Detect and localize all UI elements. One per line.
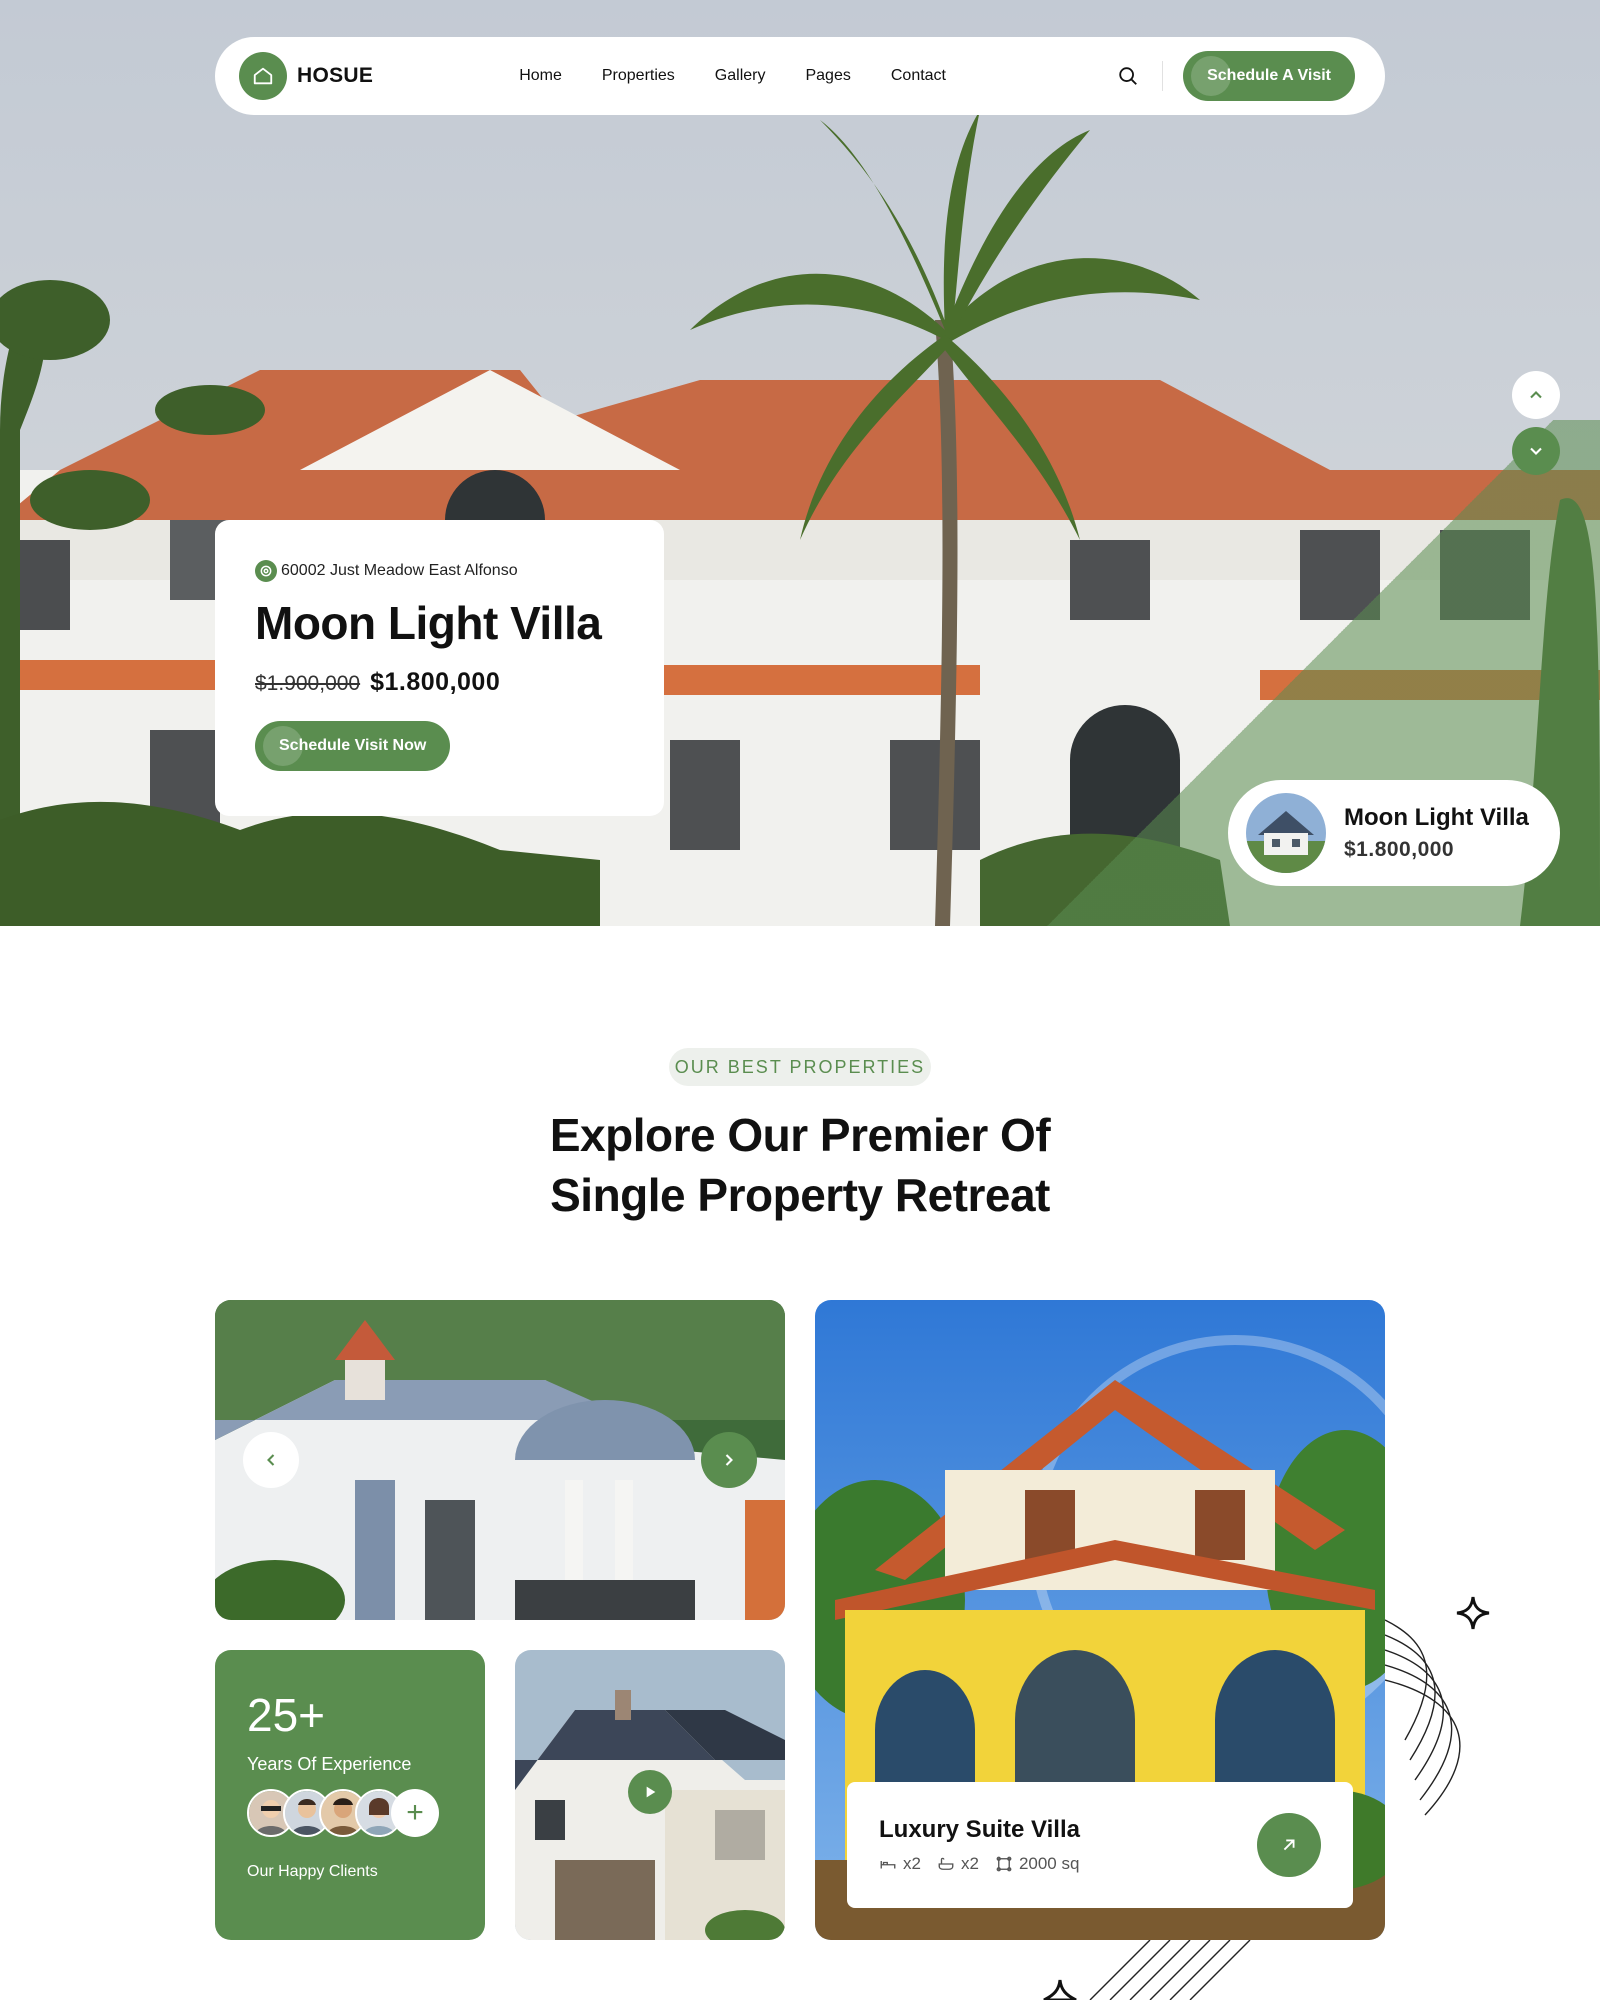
section-title-line-1: Explore Our Premier Of [549,1109,1051,1161]
nav-link-properties[interactable]: Properties [602,67,675,85]
luxury-villa-card: Luxury Suite Villa x2 x2 2000 sq [815,1300,1385,1940]
slide-up-button[interactable] [1512,371,1560,419]
schedule-visit-button[interactable]: Schedule A Visit [1183,51,1355,101]
current-price: $1.800,000 [370,668,501,696]
add-client-button[interactable]: + [391,1789,439,1837]
villa-specs: x2 x2 2000 sq [879,1854,1080,1874]
decorative-line-pattern [1385,1619,1461,1816]
nav-link-contact[interactable]: Contact [891,67,946,85]
section-badge: OUR BEST PROPERTIES [669,1048,931,1086]
nav-link-pages[interactable]: Pages [805,67,850,85]
property-address: 60002 Just Meadow East Alfonso [255,560,624,582]
area-value: 2000 sq [1018,1854,1080,1873]
property-video-card [515,1650,785,1940]
mini-property-title: Moon Light Villa [1344,804,1529,831]
section-title-line-2: Single Property Retreat [550,1169,1050,1221]
nav-link-gallery[interactable]: Gallery [715,67,766,85]
property-slider-image [215,1300,785,1620]
hero-mini-property-card[interactable]: Moon Light Villa $1.800,000 [1228,780,1560,886]
villa-info-card: Luxury Suite Villa x2 x2 2000 sq [847,1782,1353,1908]
slider-prev-button[interactable] [243,1432,299,1488]
nav-links: Home Properties Gallery Pages Contact [519,67,946,85]
play-video-button[interactable] [628,1770,672,1814]
property-title: Moon Light Villa [255,597,602,649]
schedule-visit-now-button[interactable]: Schedule Visit Now [255,721,451,771]
chevron-left-icon [267,1454,275,1466]
location-pin-icon [255,560,277,582]
chevron-up-icon [1530,391,1542,399]
happy-clients-label: Our Happy Clients [247,1863,378,1880]
slide-down-button[interactable] [1512,427,1560,475]
bed-icon [880,1861,896,1869]
address-text: 60002 Just Meadow East Alfonso [281,562,518,579]
brand-logo[interactable]: HOSUE [239,52,373,100]
mini-property-thumbnail [1246,793,1326,873]
hero-property-card: 60002 Just Meadow East Alfonso Moon Ligh… [215,520,664,816]
mini-property-info: Moon Light Villa $1.800,000 [1344,804,1529,862]
chevron-right-icon [725,1454,733,1466]
old-price: $1.900,000 [255,672,361,695]
baths-count: x2 [960,1854,979,1873]
villa-title: Luxury Suite Villa [879,1816,1080,1843]
nav-actions: Schedule A Visit [1114,51,1355,101]
beds-count: x2 [903,1854,921,1873]
play-icon [646,1786,656,1798]
nav-link-home[interactable]: Home [519,67,562,85]
baths-spec: x2 [937,1854,979,1874]
search-icon[interactable] [1114,62,1142,90]
home-icon [239,52,287,100]
beds-spec: x2 [879,1854,921,1874]
mini-property-price: $1.800,000 [1344,838,1455,861]
villa-info: Luxury Suite Villa x2 x2 2000 sq [879,1816,1080,1874]
price-row: $1.900,000 $1.800,000 [255,668,624,697]
experience-label: Years Of Experience [247,1754,412,1774]
experience-card: 25+ Years Of Experience + Our Happy Clie… [215,1650,485,1940]
slider-next-button[interactable] [701,1432,757,1488]
top-navbar: HOSUE Home Properties Gallery Pages Cont… [215,37,1385,115]
area-spec: 2000 sq [995,1854,1080,1874]
section-title: Explore Our Premier Of Single Property R… [400,1105,1200,1225]
villa-details-button[interactable] [1257,1813,1321,1877]
client-avatars: + [247,1789,453,1837]
arrow-up-right-icon [1283,1839,1295,1851]
nav-divider [1162,61,1164,91]
brand-name: HOSUE [297,64,374,87]
experience-number: 25+ [247,1689,326,1741]
decorative-line-pattern [1089,1940,1251,2000]
property-slider-card [215,1300,785,1620]
chevron-down-icon [1530,447,1542,455]
area-icon [996,1856,1012,1872]
bath-icon [938,1857,954,1870]
